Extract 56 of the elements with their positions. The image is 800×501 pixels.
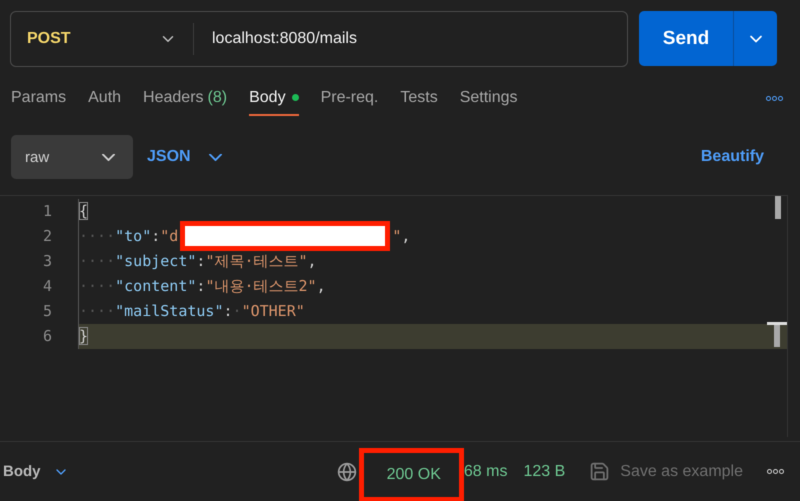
beautify-link[interactable]: Beautify xyxy=(700,148,764,166)
request-tab[interactable]: Auth xyxy=(88,80,122,116)
tab-count: (8) xyxy=(208,88,228,107)
json-punctuation: , xyxy=(308,252,317,270)
save-icon[interactable] xyxy=(589,461,610,482)
whitespace-marker: · xyxy=(232,302,242,320)
line-number: 5 xyxy=(42,302,52,320)
line-number: 3 xyxy=(42,252,52,270)
request-tab[interactable]: Tests xyxy=(400,80,438,116)
whitespace-marker: ···· xyxy=(79,277,116,296)
whitespace-marker: ···· xyxy=(79,227,116,246)
more-icon[interactable] xyxy=(767,469,784,474)
response-body-dropdown[interactable]: Body xyxy=(3,463,68,480)
request-tab[interactable]: Settings xyxy=(460,80,518,116)
json-key: "subject" xyxy=(115,252,196,270)
whitespace-marker: ···· xyxy=(79,302,116,320)
json-punctuation: , xyxy=(401,227,410,246)
request-tab[interactable]: Body xyxy=(249,80,299,116)
chevron-icon xyxy=(208,154,222,161)
line-number: 6 xyxy=(42,327,52,346)
json-punctuation: : xyxy=(224,302,233,320)
json-string: "OTHER" xyxy=(242,302,305,320)
line-number: 2 xyxy=(42,227,52,246)
line-number: 4 xyxy=(42,277,52,296)
json-string: "내용·테스트2" xyxy=(205,276,317,296)
json-punctuation: : xyxy=(196,277,206,296)
url-field[interactable]: localhost:8080/mails xyxy=(194,30,627,48)
scrollbar[interactable] xyxy=(775,196,781,219)
json-key: "to" xyxy=(115,227,152,246)
code-brace: } xyxy=(79,327,88,346)
response-time: 68 ms xyxy=(464,462,508,480)
language-dropdown[interactable]: JSON xyxy=(147,148,222,166)
json-key: "mailStatus" xyxy=(115,302,224,320)
response-size: 123 B xyxy=(523,462,566,480)
request-tab[interactable]: Pre-req. xyxy=(320,80,378,116)
status-code: 200 OK xyxy=(386,466,441,484)
json-punctuation: : xyxy=(151,227,160,246)
line-number: 1 xyxy=(42,202,52,220)
cursor-marker-icon xyxy=(767,322,787,347)
json-string: "제목·테스트" xyxy=(205,252,308,271)
chevron-icon xyxy=(102,154,115,161)
more-icon[interactable] xyxy=(766,96,783,101)
request-tab[interactable]: Params xyxy=(11,80,66,116)
json-string: "d xyxy=(160,227,178,246)
request-tab[interactable]: Headers (8) xyxy=(143,80,228,116)
json-punctuation: : xyxy=(196,252,206,270)
code-brace: { xyxy=(79,202,88,220)
json-key: "content" xyxy=(115,277,196,296)
code-editor[interactable]: 1 { 2 ····"to":"d ", 3 ····"subject":"제목·테스트", 4 ····"content":"내용·테스트2", 5 ····"mailStatus":·"OTHER" 6 } xyxy=(0,194,788,437)
method-dropdown[interactable]: POST xyxy=(11,23,194,55)
send-button[interactable]: Send xyxy=(639,11,733,66)
whitespace-marker: ···· xyxy=(79,252,116,270)
json-string: " xyxy=(392,227,402,246)
body-mode-dropdown[interactable]: raw xyxy=(11,135,133,180)
globe-icon[interactable] xyxy=(336,462,357,482)
json-punctuation: , xyxy=(316,277,326,296)
